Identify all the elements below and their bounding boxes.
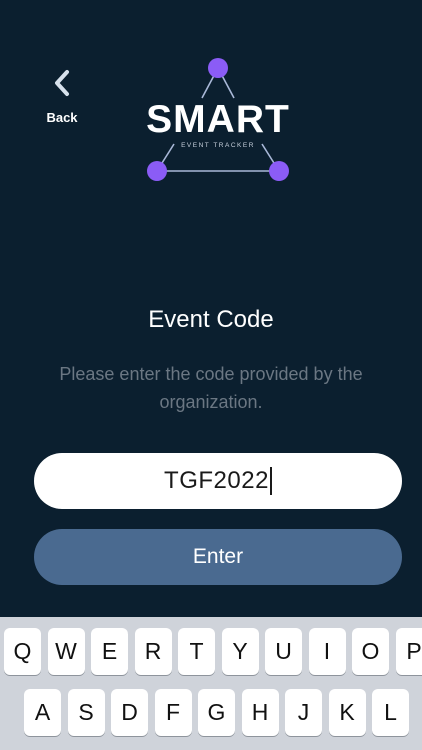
event-code-value: TGF2022 [164,467,269,494]
page-title: Event Code [148,306,274,333]
logo-tagline: EVENT TRACKER [181,142,255,149]
event-code-screen: Back SMART EVENT TRACKER Event Code Plea… [0,0,422,750]
key-w[interactable]: W [47,628,85,675]
key-r[interactable]: R [134,628,172,675]
key-h[interactable]: H [241,689,279,736]
key-o[interactable]: O [352,628,389,675]
chevron-left-icon [55,70,69,96]
key-s[interactable]: S [67,689,105,736]
logo-wordmark: SMART [146,98,290,141]
key-y[interactable]: Y [221,628,259,675]
smart-logo: SMART EVENT TRACKER [140,52,296,190]
key-t[interactable]: T [178,628,215,675]
event-code-input[interactable]: TGF2022 [34,453,402,509]
text-caret [269,467,272,495]
key-l[interactable]: L [372,689,409,736]
enter-button[interactable]: Enter [34,529,402,585]
key-u[interactable]: U [265,628,302,675]
key-k[interactable]: K [328,689,366,736]
key-e[interactable]: E [91,628,128,675]
key-p[interactable]: P [395,628,422,675]
key-a[interactable]: A [24,689,61,736]
key-j[interactable]: J [285,689,322,736]
back-label: Back [46,110,78,125]
back-button[interactable]: Back [36,68,88,130]
key-g[interactable]: G [198,689,235,736]
key-d[interactable]: D [111,689,148,736]
on-screen-keyboard: QWERTYUIOP ASDFGHJKL [0,617,422,750]
key-q[interactable]: Q [4,628,41,675]
key-f[interactable]: F [154,689,192,736]
instructions-text: Please enter the code provided by the or… [59,364,363,412]
key-i[interactable]: I [308,628,346,675]
